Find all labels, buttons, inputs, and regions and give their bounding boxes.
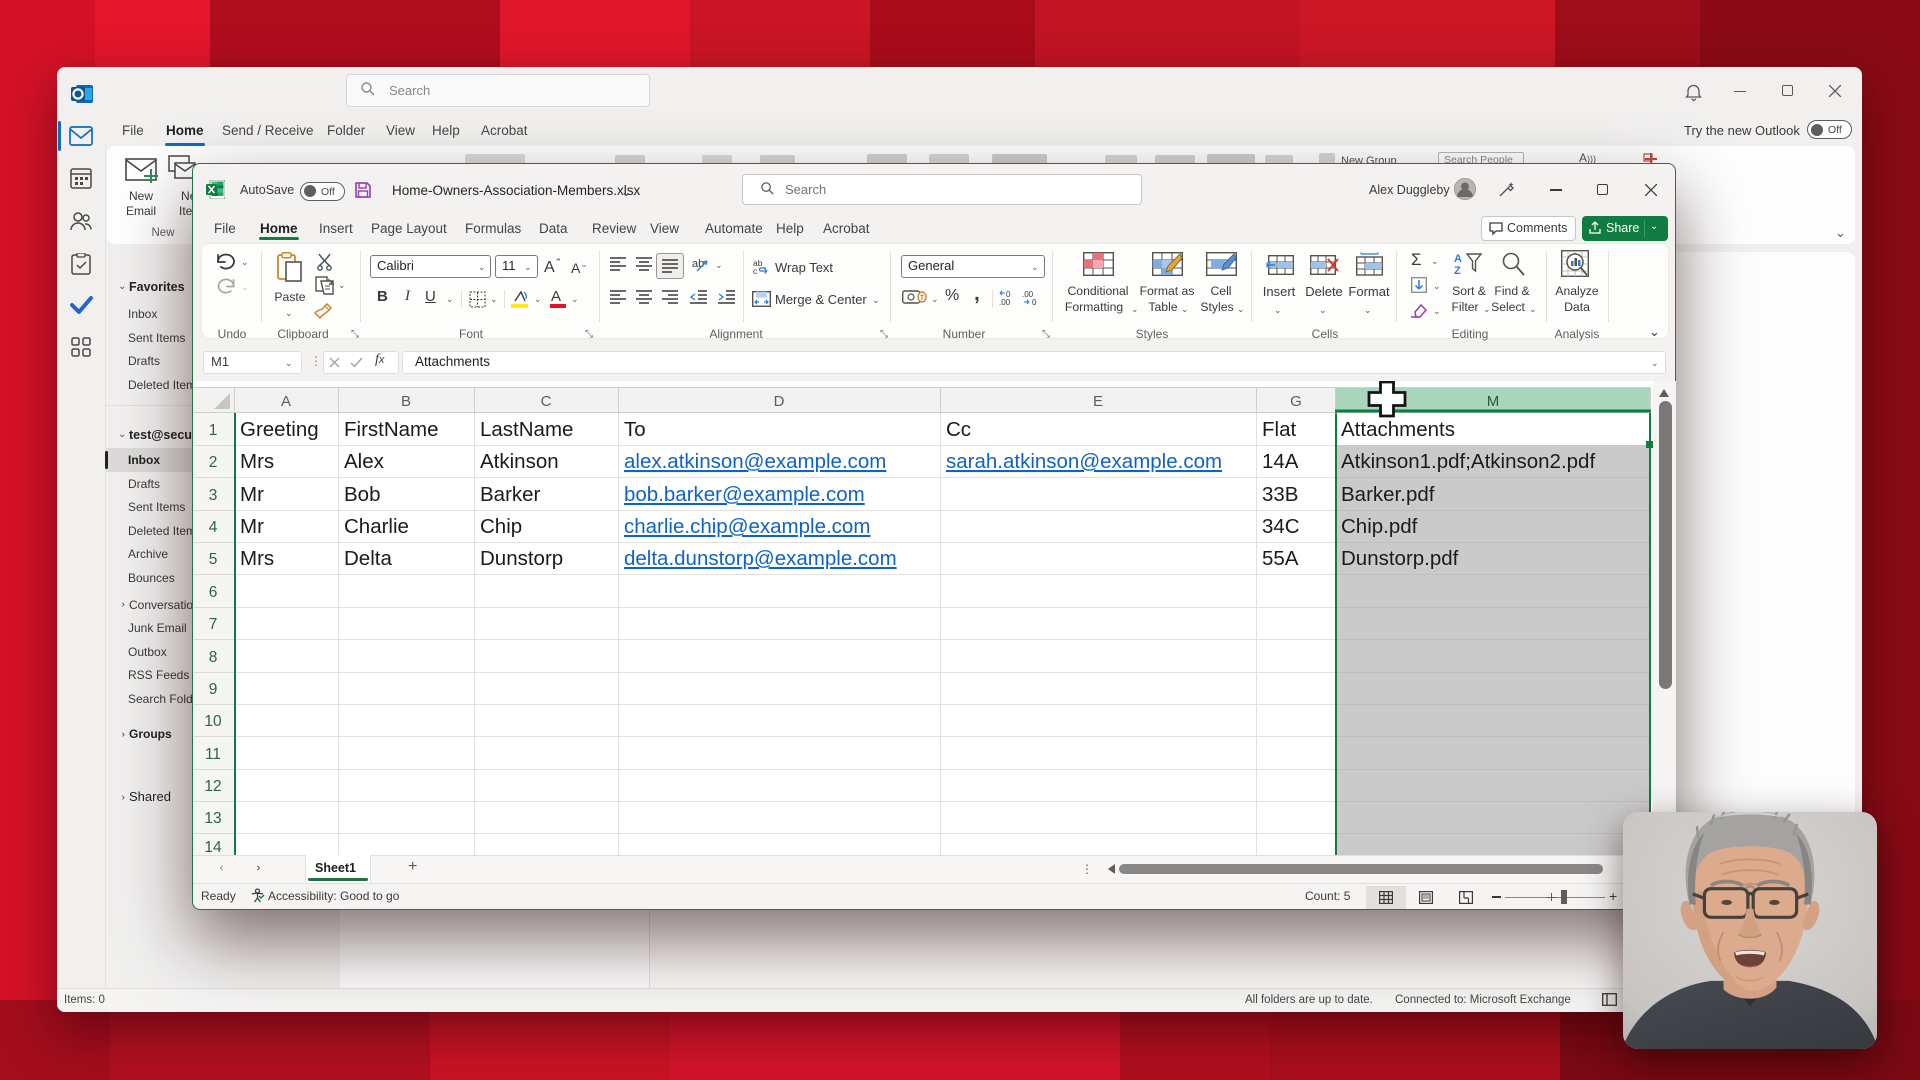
svg-text:Cc: Cc (946, 418, 971, 441)
svg-text:A: A (1454, 253, 1462, 265)
svg-text:1: 1 (209, 422, 218, 439)
svg-text:2: 2 (209, 454, 218, 471)
svg-text:D: D (774, 393, 785, 410)
svg-text:Greeting: Greeting (240, 418, 319, 441)
svg-text:Attachments: Attachments (1341, 418, 1455, 441)
svg-text:Chip.pdf: Chip.pdf (1341, 515, 1418, 538)
svg-text:13: 13 (204, 810, 221, 827)
svg-text:14: 14 (204, 839, 222, 855)
svg-text:.00: .00 (999, 298, 1011, 306)
svg-text:Dunstorp: Dunstorp (480, 547, 563, 570)
svg-text:G: G (1290, 393, 1302, 410)
svg-text:Atkinson1.pdf;Atkinson2.pdf: Atkinson1.pdf;Atkinson2.pdf (1341, 450, 1595, 473)
svg-text:Dunstorp.pdf: Dunstorp.pdf (1341, 547, 1459, 570)
svg-text:sarah.atkinson@example.com: sarah.atkinson@example.com (946, 450, 1222, 473)
svg-text:Flat: Flat (1262, 418, 1296, 441)
svg-text:9: 9 (209, 681, 218, 698)
svg-text:alex.atkinson@example.com: alex.atkinson@example.com (624, 450, 886, 473)
svg-text:E: E (1093, 393, 1103, 410)
svg-text:14A: 14A (1262, 450, 1299, 473)
svg-text:0: 0 (1032, 298, 1037, 306)
svg-text:7: 7 (209, 616, 218, 633)
svg-text:Atkinson: Atkinson (480, 450, 559, 473)
svg-text:Alex: Alex (344, 450, 385, 473)
svg-text:12: 12 (204, 778, 221, 795)
svg-text:8: 8 (209, 649, 218, 666)
svg-text:Delta: Delta (344, 547, 392, 570)
svg-text:Mr: Mr (240, 483, 264, 506)
svg-text:Mr: Mr (240, 515, 264, 538)
svg-text:B: B (401, 393, 411, 410)
svg-text:A: A (281, 393, 291, 410)
svg-text:To: To (624, 418, 646, 441)
svg-text:3: 3 (209, 487, 218, 504)
svg-text:FirstName: FirstName (344, 418, 439, 441)
svg-text:Mrs: Mrs (240, 450, 274, 473)
svg-text:5: 5 (209, 551, 218, 568)
svg-text:34C: 34C (1262, 515, 1300, 538)
svg-text:Charlie: Charlie (344, 515, 409, 538)
svg-text:Barker.pdf: Barker.pdf (1341, 483, 1435, 506)
svg-text:LastName: LastName (480, 418, 573, 441)
svg-text:charlie.chip@example.com: charlie.chip@example.com (624, 515, 870, 538)
svg-text:Z: Z (1454, 265, 1461, 276)
svg-text:bob.barker@example.com: bob.barker@example.com (624, 483, 865, 506)
svg-text:ab: ab (692, 258, 704, 270)
svg-text:Mrs: Mrs (240, 547, 274, 570)
svg-text:55A: 55A (1262, 547, 1299, 570)
svg-text:delta.dunstorp@example.com: delta.dunstorp@example.com (624, 547, 897, 570)
svg-text:C: C (541, 393, 552, 410)
svg-text:M: M (1487, 393, 1500, 410)
svg-text:33B: 33B (1262, 483, 1298, 506)
svg-text:Barker: Barker (480, 483, 541, 506)
svg-text:Bob: Bob (344, 483, 380, 506)
svg-text:4: 4 (209, 519, 218, 536)
svg-text:11: 11 (205, 746, 221, 763)
svg-text:6: 6 (209, 584, 218, 601)
svg-text:Chip: Chip (480, 515, 522, 538)
svg-text:10: 10 (204, 713, 222, 730)
